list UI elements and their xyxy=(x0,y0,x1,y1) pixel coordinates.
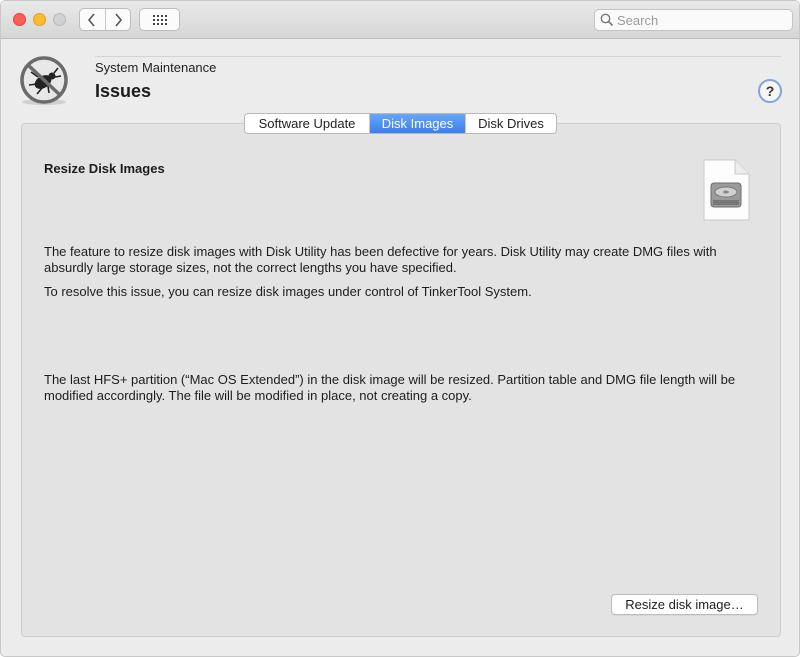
section-title: Resize Disk Images xyxy=(44,161,165,176)
help-button[interactable]: ? xyxy=(758,79,782,103)
pane-subtitle: System Maintenance xyxy=(95,60,217,75)
resize-disk-image-button[interactable]: Resize disk image… xyxy=(611,594,758,615)
show-all-button[interactable] xyxy=(139,8,180,31)
back-button[interactable] xyxy=(80,9,105,30)
search-icon xyxy=(600,13,614,27)
title-bar xyxy=(1,1,799,39)
search-input[interactable] xyxy=(617,11,787,29)
tab-bar: Software Update Disk Images Disk Drives xyxy=(244,113,557,134)
chevron-left-icon xyxy=(88,12,96,27)
header-divider xyxy=(95,56,781,57)
close-window-button[interactable] xyxy=(13,13,26,26)
pane-title: Issues xyxy=(95,81,152,101)
tab-disk-drives[interactable]: Disk Drives xyxy=(465,114,556,133)
forward-button[interactable] xyxy=(104,9,130,30)
resolution-paragraph: To resolve this issue, you can resize di… xyxy=(44,284,532,299)
minimize-window-button[interactable] xyxy=(33,13,46,26)
show-all-grid-icon xyxy=(152,14,167,25)
tab-disk-images[interactable]: Disk Images xyxy=(369,114,465,133)
preferences-window: System Maintenance Issues ? Software Upd… xyxy=(0,0,800,657)
maintenance-bug-icon xyxy=(20,56,68,105)
zoom-window-button[interactable] xyxy=(53,13,66,26)
disk-image-document-icon xyxy=(703,159,750,221)
search-field[interactable] xyxy=(594,9,793,31)
description-paragraph: The feature to resize disk images with D… xyxy=(44,244,717,275)
navigation-buttons xyxy=(79,8,131,31)
chevron-right-icon xyxy=(115,12,123,27)
details-paragraph: The last HFS+ partition (“Mac OS Extende… xyxy=(44,372,736,403)
tab-software-update[interactable]: Software Update xyxy=(245,114,369,133)
